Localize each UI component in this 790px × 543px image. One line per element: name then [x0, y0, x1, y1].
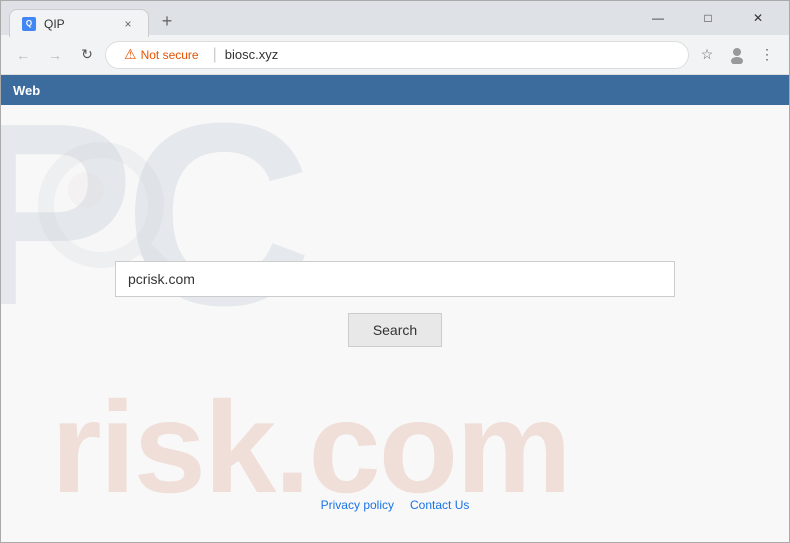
- url-text: biosc.xyz: [225, 47, 676, 62]
- minimize-button[interactable]: —: [635, 1, 681, 35]
- tab-favicon: Q: [22, 17, 36, 31]
- security-text: Not secure: [141, 48, 199, 62]
- footer-links: Privacy policy Contact Us: [321, 498, 470, 512]
- new-tab-button[interactable]: +: [153, 7, 181, 35]
- url-separator: |: [213, 46, 217, 64]
- window-controls: — □ ✕: [635, 1, 781, 35]
- search-input[interactable]: [115, 261, 675, 297]
- maximize-button[interactable]: □: [685, 1, 731, 35]
- url-bar[interactable]: ⚠ Not secure | biosc.xyz: [105, 41, 689, 69]
- page-content: PC risk.com Search Privacy policy Contac…: [1, 105, 789, 542]
- warning-icon: ⚠: [124, 46, 137, 63]
- contact-us-link[interactable]: Contact Us: [410, 498, 469, 512]
- search-area: Search: [115, 261, 675, 347]
- toolbar-label: Web: [13, 83, 40, 98]
- forward-button[interactable]: →: [41, 41, 69, 69]
- watermark-risk-text: risk.com: [51, 372, 570, 522]
- menu-button[interactable]: ⋮: [753, 41, 781, 69]
- active-tab[interactable]: Q QIP ×: [9, 9, 149, 37]
- tab-close-button[interactable]: ×: [120, 16, 136, 32]
- browser-window: Q QIP × + — □ ✕ ← → ↻ ⚠ Not secure: [0, 0, 790, 543]
- profile-icon: [728, 46, 746, 64]
- address-bar: ← → ↻ ⚠ Not secure | biosc.xyz ☆: [1, 35, 789, 75]
- title-bar: Q QIP × + — □ ✕: [1, 1, 789, 35]
- back-button[interactable]: ←: [9, 41, 37, 69]
- reload-button[interactable]: ↻: [73, 41, 101, 69]
- address-actions: ☆ ⋮: [693, 41, 781, 69]
- close-button[interactable]: ✕: [735, 1, 781, 35]
- bookmark-button[interactable]: ☆: [693, 41, 721, 69]
- security-warning: ⚠ Not secure: [118, 44, 205, 65]
- tab-title: QIP: [44, 17, 112, 31]
- profile-button[interactable]: [723, 41, 751, 69]
- menu-icon: ⋮: [760, 46, 774, 63]
- privacy-policy-link[interactable]: Privacy policy: [321, 498, 394, 512]
- search-input-wrapper: [115, 261, 675, 297]
- bookmark-icon: ☆: [701, 46, 714, 63]
- browser-toolbar: Web: [1, 75, 789, 105]
- search-button[interactable]: Search: [348, 313, 442, 347]
- tabs-area: Q QIP × +: [9, 1, 635, 35]
